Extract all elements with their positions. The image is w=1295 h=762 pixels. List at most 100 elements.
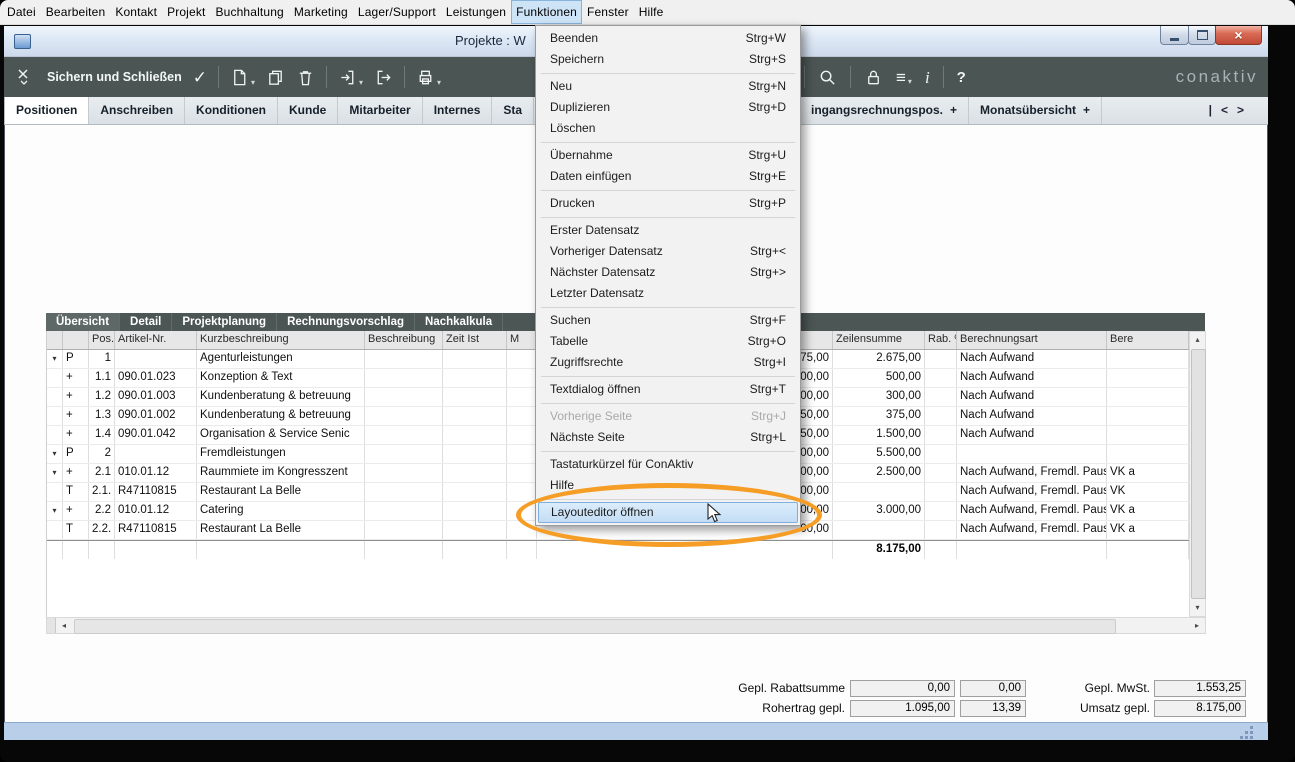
save-button[interactable]: ✓ <box>193 69 207 86</box>
maximize-button[interactable] <box>1188 26 1216 45</box>
expand-icon[interactable]: ▾ <box>47 445 63 463</box>
menubar-item[interactable]: Kontakt <box>110 0 162 24</box>
rabattsumme-value: 0,00 <box>850 680 955 697</box>
menu-item[interactable]: Duplizieren Strg+D <box>536 97 800 118</box>
menubar-item[interactable]: Lager/Support <box>353 0 441 24</box>
expand-icon[interactable] <box>47 426 63 444</box>
header-zeit-ist[interactable]: Zeit Ist <box>443 331 507 349</box>
expand-icon[interactable]: ▾ <box>47 502 63 520</box>
menu-item[interactable]: Daten einfügen Strg+E <box>536 166 800 187</box>
tab[interactable]: Sta <box>492 97 534 124</box>
menubar-item[interactable]: Funktionen <box>511 0 582 24</box>
menubar-item[interactable]: Projekt <box>162 0 210 24</box>
menubar-item[interactable]: Leistungen <box>441 0 511 24</box>
print-button[interactable]: ▾ <box>416 68 441 87</box>
cell-m <box>507 426 537 444</box>
header-kurzbeschreibung[interactable]: Kurzbeschreibung <box>197 331 365 349</box>
menubar-item[interactable]: Datei <box>2 0 41 24</box>
menubar-item[interactable]: Marketing <box>289 0 353 24</box>
header-zeilensumme[interactable]: Zeilensumme <box>833 331 925 349</box>
cell-berechnungsart: Nach Aufwand <box>957 369 1107 387</box>
cell-bere <box>1107 388 1189 406</box>
tab[interactable]: Internes <box>423 97 493 124</box>
header-berechnungsart[interactable]: Berechnungsart <box>957 331 1107 349</box>
new-record-button[interactable]: ▾ <box>230 68 255 87</box>
menu-item-shortcut: Strg+I <box>754 352 786 373</box>
lock-button[interactable] <box>864 68 883 87</box>
cell-m <box>507 464 537 482</box>
menu-item[interactable]: Speichern Strg+S <box>536 49 800 70</box>
expand-icon[interactable] <box>47 407 63 425</box>
expand-icon[interactable] <box>47 369 63 387</box>
subtab[interactable]: Nachkalkula <box>415 313 503 331</box>
scroll-down-button[interactable]: ▾ <box>1190 600 1205 616</box>
export-button[interactable] <box>374 68 393 87</box>
subtab[interactable]: Projektplanung <box>172 313 277 331</box>
search-button[interactable] <box>818 68 837 87</box>
tab-group-left: Positionen Anschreiben Konditionen Kunde… <box>4 97 534 124</box>
header-rabatt[interactable]: Rab. % <box>925 331 957 349</box>
menu-item[interactable]: Vorherige Seite Strg+J <box>536 406 800 427</box>
tab[interactable]: Mitarbeiter <box>338 97 422 124</box>
menu-item[interactable]: Übernahme Strg+U <box>536 145 800 166</box>
header-m[interactable]: M <box>507 331 537 349</box>
scroll-right-button[interactable]: ▸ <box>1189 618 1205 633</box>
horizontal-scrollbar[interactable]: ◂ ▸ <box>46 617 1206 634</box>
menubar-item[interactable]: Bearbeiten <box>41 0 111 24</box>
menu-item[interactable]: Suchen Strg+F <box>536 310 800 331</box>
v-scroll-thumb[interactable] <box>1191 349 1206 599</box>
expand-icon[interactable] <box>47 483 63 501</box>
vertical-scrollbar[interactable]: ▴ ▾ <box>1189 331 1206 617</box>
header-artikel[interactable]: Artikel-Nr. <box>115 331 197 349</box>
import-button[interactable]: ▾ <box>338 68 363 87</box>
resize-grip[interactable] <box>1250 726 1253 729</box>
minimize-button[interactable] <box>1160 26 1189 45</box>
menu-item[interactable]: Drucken Strg+P <box>536 193 800 214</box>
menu-item[interactable]: Letzter Datensatz <box>536 283 800 304</box>
toolbar-menu-button[interactable]: ≡ ▾ <box>896 69 912 86</box>
subtab[interactable]: Rechnungsvorschlag <box>277 313 415 331</box>
menu-item[interactable]: Nächster Datensatz Strg+> <box>536 262 800 283</box>
expand-icon[interactable] <box>47 521 63 539</box>
menubar-item[interactable]: Buchhaltung <box>210 0 288 24</box>
info-button[interactable]: i <box>925 69 930 86</box>
scroll-up-button[interactable]: ▴ <box>1190 332 1205 348</box>
menubar-item[interactable]: Fenster <box>582 0 634 24</box>
menu-item[interactable]: Tastaturkürzel für ConAktiv <box>536 454 800 475</box>
scroll-left-button[interactable]: ◂ <box>56 618 72 633</box>
menu-item[interactable]: Vorheriger Datensatz Strg+< <box>536 241 800 262</box>
tab[interactable]: Monatsübersicht+ <box>969 97 1102 124</box>
window-title: Projekte : W <box>455 26 526 56</box>
duplicate-button[interactable] <box>266 68 285 87</box>
tab[interactable]: Anschreiben <box>89 97 185 124</box>
expand-icon[interactable] <box>47 388 63 406</box>
subtab[interactable]: Übersicht <box>46 313 120 331</box>
help-button[interactable]: ? <box>957 70 966 85</box>
menu-item[interactable]: Löschen <box>536 118 800 139</box>
expand-icon[interactable]: ▾ <box>47 350 63 368</box>
tab[interactable]: ingangsrechnungspos.+ <box>800 97 969 124</box>
menu-item[interactable]: Textdialog öffnen Strg+T <box>536 379 800 400</box>
menu-item[interactable]: Nächste Seite Strg+L <box>536 427 800 448</box>
tab[interactable]: Positionen <box>4 97 89 124</box>
header-beschreibung[interactable]: Beschreibung <box>365 331 443 349</box>
scrollbar-splitter[interactable] <box>47 618 56 633</box>
header-bere[interactable]: Bere <box>1107 331 1189 349</box>
menubar-item[interactable]: Hilfe <box>634 0 669 24</box>
menu-item[interactable]: Neu Strg+N <box>536 76 800 97</box>
header-pos[interactable]: Pos. <box>89 331 115 349</box>
menu-item[interactable]: Beenden Strg+W <box>536 28 800 49</box>
menu-item[interactable]: Tabelle Strg+O <box>536 331 800 352</box>
delete-button[interactable] <box>296 68 315 87</box>
h-scroll-thumb[interactable] <box>74 619 1116 634</box>
tab[interactable]: Konditionen <box>185 97 278 124</box>
menu-item[interactable]: Erster Datensatz <box>536 220 800 241</box>
tab[interactable]: Kunde <box>278 97 338 124</box>
tab-nav-prev[interactable]: < <box>1221 97 1228 124</box>
close-button[interactable]: × <box>1215 26 1262 45</box>
save-and-close-button[interactable]: Sichern und Schließen <box>47 70 182 84</box>
expand-icon[interactable]: ▾ <box>47 464 63 482</box>
tab-nav-next[interactable]: > <box>1237 97 1244 124</box>
menu-item[interactable]: Zugriffsrechte Strg+I <box>536 352 800 373</box>
subtab[interactable]: Detail <box>120 313 172 331</box>
